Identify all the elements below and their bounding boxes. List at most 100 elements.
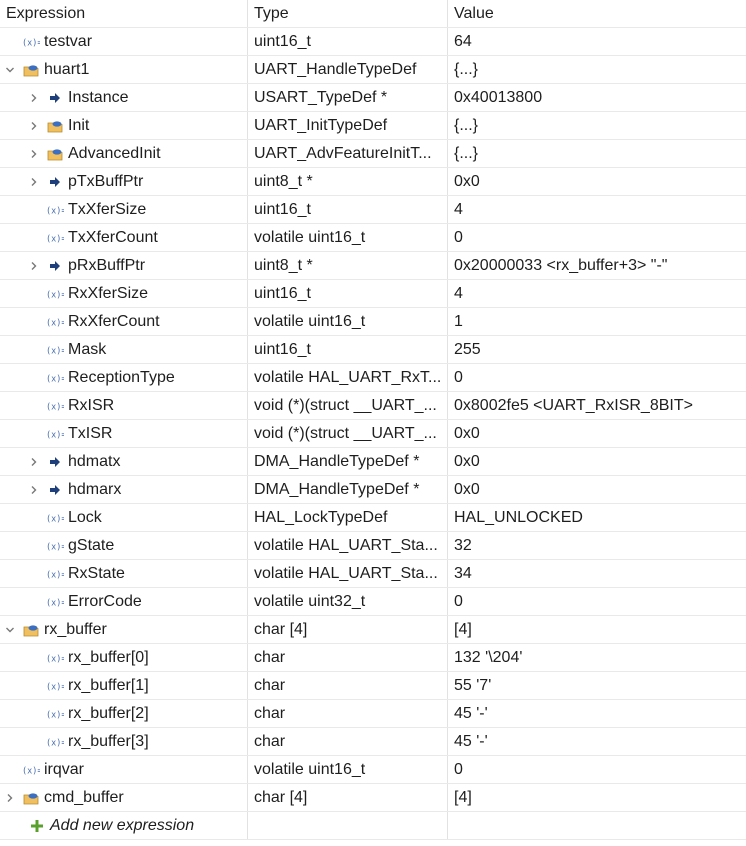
value-text[interactable]: 64	[454, 33, 472, 51]
value-cell[interactable]: 0	[448, 224, 746, 251]
expression-cell[interactable]: (x)= rx_buffer[2]	[0, 700, 248, 727]
expression-name[interactable]: RxXferCount	[68, 313, 160, 331]
expression-row[interactable]: (x)= RxISR void (*)(struct __UART_... 0x800…	[0, 392, 746, 420]
value-text[interactable]: 4	[454, 285, 463, 303]
value-text[interactable]: 0x40013800	[454, 89, 542, 107]
value-text[interactable]: 132 '\204'	[454, 649, 522, 667]
expression-row[interactable]: (x)= testvar uint16_t 64	[0, 28, 746, 56]
expression-row[interactable]: pRxBuffPtr uint8_t * 0x20000033 <rx_buffer…	[0, 252, 746, 280]
chevron-right-icon[interactable]	[4, 793, 16, 803]
expression-cell[interactable]: (x)= TxISR	[0, 420, 248, 447]
expression-name[interactable]: TxISR	[68, 425, 112, 443]
expression-row[interactable]: AdvancedInit UART_AdvFeatureInitT... {...}	[0, 140, 746, 168]
expression-cell[interactable]: (x)= Lock	[0, 504, 248, 531]
expression-cell[interactable]: pTxBuffPtr	[0, 168, 248, 195]
chevron-right-icon[interactable]	[28, 457, 40, 467]
value-cell[interactable]: 0x8002fe5 <UART_RxISR_8BIT>	[448, 392, 746, 419]
expression-row[interactable]: hdmarx DMA_HandleTypeDef * 0x0	[0, 476, 746, 504]
value-text[interactable]: 0x20000033 <rx_buffer+3> "-"	[454, 257, 667, 275]
value-text[interactable]: 45 '-'	[454, 705, 488, 723]
value-cell[interactable]: 0	[448, 756, 746, 783]
expression-cell[interactable]: rx_buffer	[0, 616, 248, 643]
value-cell[interactable]: {...}	[448, 140, 746, 167]
expression-cell[interactable]: (x)= ErrorCode	[0, 588, 248, 615]
value-text[interactable]: 0	[454, 761, 463, 779]
expression-cell[interactable]: cmd_buffer	[0, 784, 248, 811]
expression-name[interactable]: ReceptionType	[68, 369, 175, 387]
value-cell[interactable]: 0x0	[448, 476, 746, 503]
value-text[interactable]: 4	[454, 201, 463, 219]
expression-name[interactable]: testvar	[44, 33, 92, 51]
value-cell[interactable]: 0x20000033 <rx_buffer+3> "-"	[448, 252, 746, 279]
expression-name[interactable]: hdmatx	[68, 453, 120, 471]
value-text[interactable]: 45 '-'	[454, 733, 488, 751]
value-text[interactable]: 34	[454, 565, 472, 583]
value-text[interactable]: 0	[454, 593, 463, 611]
expression-name[interactable]: TxXferSize	[68, 201, 146, 219]
value-text[interactable]: 0	[454, 369, 463, 387]
expression-row[interactable]: (x)= gState volatile HAL_UART_Sta... 32	[0, 532, 746, 560]
expression-cell[interactable]: (x)= gState	[0, 532, 248, 559]
value-text[interactable]: 0x0	[454, 425, 480, 443]
value-cell[interactable]: 0	[448, 364, 746, 391]
column-header-value[interactable]: Value	[448, 0, 746, 27]
expression-row[interactable]: (x)= RxXferCount volatile uint16_t 1	[0, 308, 746, 336]
expression-name[interactable]: RxISR	[68, 397, 114, 415]
expression-name[interactable]: huart1	[44, 61, 89, 79]
value-text[interactable]: [4]	[454, 789, 472, 807]
value-cell[interactable]: 45 '-'	[448, 728, 746, 755]
value-cell[interactable]: 0x0	[448, 168, 746, 195]
value-cell[interactable]: {...}	[448, 112, 746, 139]
value-cell[interactable]: 34	[448, 560, 746, 587]
expression-name[interactable]: gState	[68, 537, 114, 555]
expression-name[interactable]: cmd_buffer	[44, 789, 124, 807]
expression-name[interactable]: rx_buffer	[44, 621, 107, 639]
expression-row[interactable]: huart1 UART_HandleTypeDef {...}	[0, 56, 746, 84]
expression-cell[interactable]: Instance	[0, 84, 248, 111]
value-cell[interactable]: {...}	[448, 56, 746, 83]
plus-icon[interactable]	[28, 819, 46, 833]
chevron-down-icon[interactable]	[4, 65, 16, 75]
value-text[interactable]: HAL_UNLOCKED	[454, 509, 583, 527]
expression-cell[interactable]: (x)= rx_buffer[3]	[0, 728, 248, 755]
expression-row[interactable]: (x)= TxXferSize uint16_t 4	[0, 196, 746, 224]
expression-name[interactable]: ErrorCode	[68, 593, 142, 611]
expression-row[interactable]: (x)= Mask uint16_t 255	[0, 336, 746, 364]
expression-name[interactable]: rx_buffer[3]	[68, 733, 149, 751]
value-text[interactable]: [4]	[454, 621, 472, 639]
value-cell[interactable]: 45 '-'	[448, 700, 746, 727]
expression-name[interactable]: AdvancedInit	[68, 145, 161, 163]
expression-name[interactable]: hdmarx	[68, 481, 121, 499]
expression-row[interactable]: cmd_buffer char [4] [4]	[0, 784, 746, 812]
value-cell[interactable]: 4	[448, 196, 746, 223]
expression-cell[interactable]: (x)= TxXferCount	[0, 224, 248, 251]
value-text[interactable]: 32	[454, 537, 472, 555]
expression-name[interactable]: Mask	[68, 341, 106, 359]
expression-row[interactable]: rx_buffer char [4] [4]	[0, 616, 746, 644]
expression-row[interactable]: hdmatx DMA_HandleTypeDef * 0x0	[0, 448, 746, 476]
expression-row[interactable]: (x)= rx_buffer[2] char 45 '-'	[0, 700, 746, 728]
value-cell[interactable]: 4	[448, 280, 746, 307]
expression-cell[interactable]: pRxBuffPtr	[0, 252, 248, 279]
expression-cell[interactable]: (x)= irqvar	[0, 756, 248, 783]
value-text[interactable]: 55 '7'	[454, 677, 491, 695]
expression-name[interactable]: pRxBuffPtr	[68, 257, 145, 275]
value-cell[interactable]: 55 '7'	[448, 672, 746, 699]
value-cell[interactable]: 1	[448, 308, 746, 335]
column-header-expression[interactable]: Expression	[0, 0, 248, 27]
value-cell[interactable]: [4]	[448, 616, 746, 643]
expression-cell[interactable]: (x)= RxISR	[0, 392, 248, 419]
column-header-type[interactable]: Type	[248, 0, 448, 27]
expression-name[interactable]: RxState	[68, 565, 125, 583]
expression-row[interactable]: Instance USART_TypeDef * 0x40013800	[0, 84, 746, 112]
expression-row[interactable]: (x)= RxXferSize uint16_t 4	[0, 280, 746, 308]
expression-row[interactable]: (x)= TxISR void (*)(struct __UART_... 0x0	[0, 420, 746, 448]
chevron-right-icon[interactable]	[28, 121, 40, 131]
expression-cell[interactable]: AdvancedInit	[0, 140, 248, 167]
chevron-right-icon[interactable]	[28, 261, 40, 271]
value-cell[interactable]: 32	[448, 532, 746, 559]
expression-name[interactable]: irqvar	[44, 761, 84, 779]
value-cell[interactable]: 255	[448, 336, 746, 363]
value-cell[interactable]: 64	[448, 28, 746, 55]
value-text[interactable]: {...}	[454, 61, 478, 79]
